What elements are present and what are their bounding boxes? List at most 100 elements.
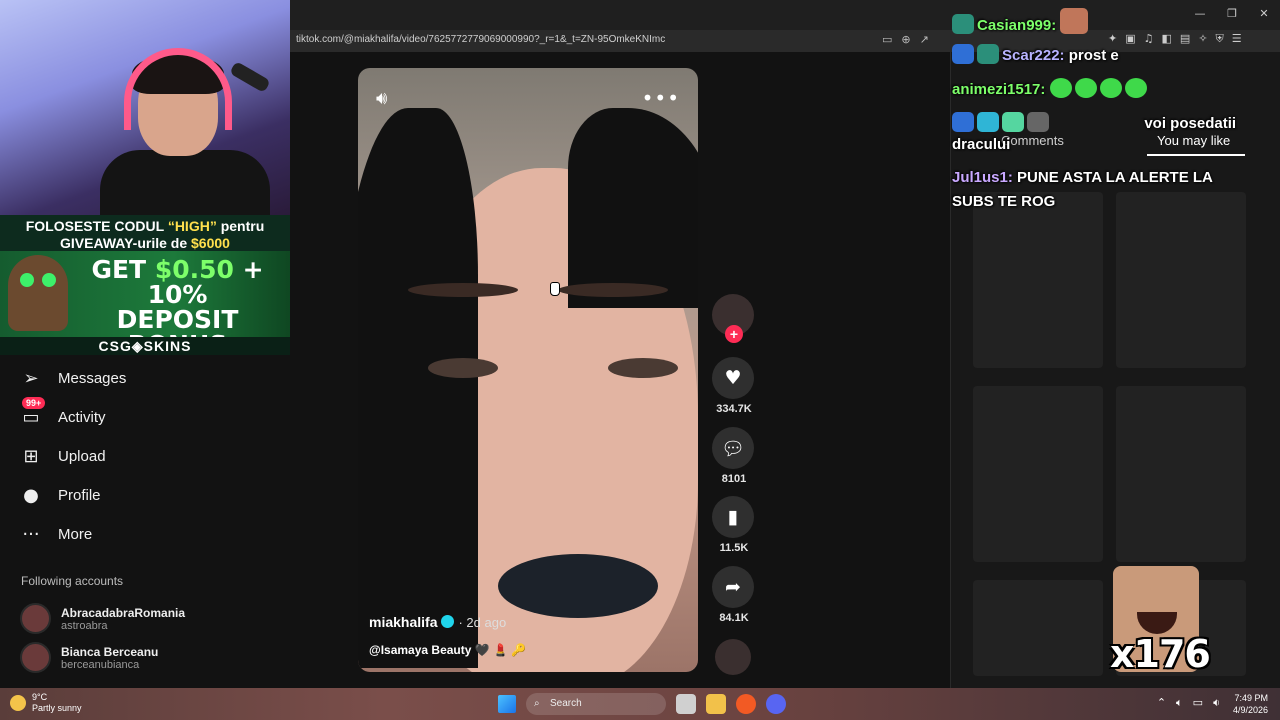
suggested-video-thumbnail[interactable] bbox=[1116, 386, 1246, 562]
sidebar-nav: ➢ Messages ▭ 99+ Activity ⊞ Upload ● Pro… bbox=[20, 359, 280, 554]
comment-button[interactable]: 💬︎ 8101 bbox=[712, 427, 756, 485]
music-icon[interactable]: ♫ bbox=[1144, 32, 1154, 46]
save-button[interactable]: ▮ 11.5K bbox=[712, 496, 756, 554]
tab-comments[interactable]: Comments bbox=[1001, 133, 1064, 148]
chat-username: Jul1us1: bbox=[952, 169, 1013, 186]
sidebar-item-profile[interactable]: ● Profile bbox=[20, 476, 280, 515]
webcam-streamer-body bbox=[100, 150, 270, 215]
chevron-up-icon[interactable]: ⌃ bbox=[1157, 696, 1166, 710]
address-bar-icons: ▭ ⊕ ↗ bbox=[882, 33, 929, 46]
suggested-video-thumbnail[interactable] bbox=[973, 580, 1103, 676]
volume-icon[interactable]: 🔊︎ bbox=[376, 88, 387, 109]
chat-badge-icon bbox=[952, 112, 974, 132]
tab-icon[interactable]: ▣ bbox=[1125, 32, 1135, 46]
chat-text: voi posedatii bbox=[1144, 115, 1237, 132]
pepe-emote-icon bbox=[1124, 78, 1147, 98]
url-text[interactable]: tiktok.com/@miakhalifa/video/76257727790… bbox=[296, 34, 665, 45]
bonus-text-part: GET bbox=[91, 255, 155, 284]
cast-icon[interactable]: ▭ bbox=[882, 33, 892, 46]
more-dots-icon: ··· bbox=[22, 524, 40, 545]
suggested-video-thumbnail[interactable] bbox=[1116, 192, 1246, 368]
share-icon[interactable]: ↗ bbox=[920, 33, 929, 46]
video-frame-eye bbox=[428, 358, 498, 378]
window-controls: — ❐ ✕ bbox=[1184, 0, 1280, 28]
following-account[interactable]: AbracadabraRomania astroabra bbox=[20, 603, 185, 634]
wallet-icon[interactable]: ▤ bbox=[1180, 32, 1190, 46]
shield-icon[interactable]: ⛨ bbox=[1216, 32, 1224, 46]
speaker-icon[interactable]: 🔈︎ bbox=[1176, 696, 1183, 710]
share-button[interactable]: ➦ 84.1K bbox=[712, 566, 756, 624]
music-disc-icon[interactable] bbox=[715, 639, 751, 675]
video-caption[interactable]: @Isamaya Beauty 🖤 💄 🔑 bbox=[369, 643, 526, 657]
chat-badge-icon bbox=[977, 44, 999, 64]
follow-plus-icon[interactable]: + bbox=[725, 325, 743, 343]
monkey-mascot-icon bbox=[8, 255, 68, 331]
restore-icon[interactable]: ❐ bbox=[1216, 0, 1248, 28]
deposit-bonus-banner: GET $0.50 + 10% DEPOSIT BONUS bbox=[0, 251, 290, 357]
save-count: 11.5K bbox=[719, 542, 749, 554]
like-button[interactable]: ♥ 334.7K bbox=[712, 357, 756, 415]
chat-badge-icon bbox=[952, 44, 974, 64]
share-count: 84.1K bbox=[719, 612, 749, 624]
tab-you-may-like[interactable]: You may like bbox=[1157, 133, 1230, 148]
zoom-icon[interactable]: ⊕ bbox=[901, 33, 910, 46]
taskbar-search[interactable]: Search bbox=[526, 693, 666, 715]
volume-icon[interactable]: 🔉︎ bbox=[1213, 696, 1220, 710]
extension-icons: ✦ ▣ ♫ ◧ ▤ ✧ ⛨ ☰ bbox=[1108, 32, 1242, 46]
chat-badge-icon bbox=[1027, 112, 1049, 132]
profile-avatar-icon: ● bbox=[23, 485, 39, 506]
inbox-icon: ▭ bbox=[22, 407, 40, 428]
video-frame-brow bbox=[408, 283, 518, 297]
chat-message: Jul1us1: PUNE ASTA LA ALERTE LA bbox=[952, 169, 1213, 186]
video-frame-hair bbox=[568, 108, 698, 308]
sidebar-item-label: Activity bbox=[58, 409, 106, 426]
author-name[interactable]: miakhalifa bbox=[369, 614, 437, 630]
clock-time: 7:49 PM bbox=[1234, 693, 1268, 703]
avatar bbox=[20, 642, 51, 673]
menu-icon[interactable]: ☰ bbox=[1232, 32, 1242, 46]
heart-icon: ♥ bbox=[712, 357, 754, 399]
microphone-icon bbox=[229, 60, 271, 94]
video-player[interactable]: 🔊︎ ••• miakhalifa · 2d ago @Isamaya Beaut… bbox=[358, 68, 698, 672]
windows-start-icon[interactable] bbox=[498, 695, 516, 713]
more-options-icon[interactable]: ••• bbox=[642, 86, 680, 110]
brave-browser-icon[interactable] bbox=[736, 694, 756, 714]
sidebar-item-messages[interactable]: ➢ Messages bbox=[20, 359, 280, 398]
promo-text: FOLOSESTE CODUL bbox=[25, 218, 168, 234]
giveaway-amount: $6000 bbox=[191, 235, 230, 251]
video-frame-eye bbox=[608, 358, 678, 378]
discord-icon[interactable] bbox=[766, 694, 786, 714]
close-icon[interactable]: ✕ bbox=[1248, 0, 1280, 28]
display-icon[interactable]: ▭ bbox=[1193, 696, 1203, 710]
taskbar-center: Search bbox=[498, 693, 786, 715]
screen: — ❐ ✕ tiktok.com/@miakhalifa/video/76257… bbox=[0, 0, 1280, 720]
video-author[interactable]: miakhalifa · 2d ago bbox=[369, 614, 506, 630]
system-tray: ⌃ 🔈︎ ▭ 🔉︎ bbox=[1157, 696, 1220, 710]
sponsor-brand: CSG◈SKINS bbox=[0, 337, 290, 355]
weather-condition: Partly sunny bbox=[32, 703, 82, 713]
address-bar[interactable]: tiktok.com/@miakhalifa/video/76257727790… bbox=[290, 30, 1280, 52]
clock-date: 4/9/2026 bbox=[1232, 705, 1268, 715]
chat-username: Scar222: bbox=[1002, 47, 1065, 64]
following-accounts-heading: Following accounts bbox=[21, 574, 124, 588]
mouse-cursor-icon bbox=[550, 282, 560, 296]
ai-icon[interactable]: ✧ bbox=[1198, 32, 1207, 46]
suggested-video-thumbnail[interactable] bbox=[973, 386, 1103, 562]
minimize-icon[interactable]: — bbox=[1184, 0, 1216, 28]
taskbar-clock[interactable]: 7:49 PM 4/9/2026 bbox=[1233, 692, 1268, 716]
promo-code-text: FOLOSESTE CODUL “HIGH” pentru GIVEAWAY-u… bbox=[0, 218, 290, 252]
video-frame-brow bbox=[558, 283, 668, 297]
bookmark-icon: ▮ bbox=[712, 496, 754, 538]
sponsor-overlay: FOLOSESTE CODUL “HIGH” pentru GIVEAWAY-u… bbox=[0, 215, 290, 357]
sidebar-item-label: Upload bbox=[58, 448, 106, 465]
following-account[interactable]: Bianca Berceanu berceanubianca bbox=[20, 642, 158, 673]
file-icon[interactable] bbox=[676, 694, 696, 714]
sidebar-item-activity[interactable]: ▭ 99+ Activity bbox=[20, 397, 280, 437]
folder-icon[interactable] bbox=[706, 694, 726, 714]
sidebar-item-more[interactable]: ··· More bbox=[20, 515, 280, 554]
sidebar-item-upload[interactable]: ⊞ Upload bbox=[20, 437, 280, 476]
sidebar-icon[interactable]: ◧ bbox=[1162, 32, 1172, 46]
weather-widget[interactable]: 9°C Partly sunny bbox=[10, 692, 82, 714]
suggested-video-thumbnail[interactable] bbox=[973, 192, 1103, 368]
chat-badge-icon bbox=[977, 112, 999, 132]
